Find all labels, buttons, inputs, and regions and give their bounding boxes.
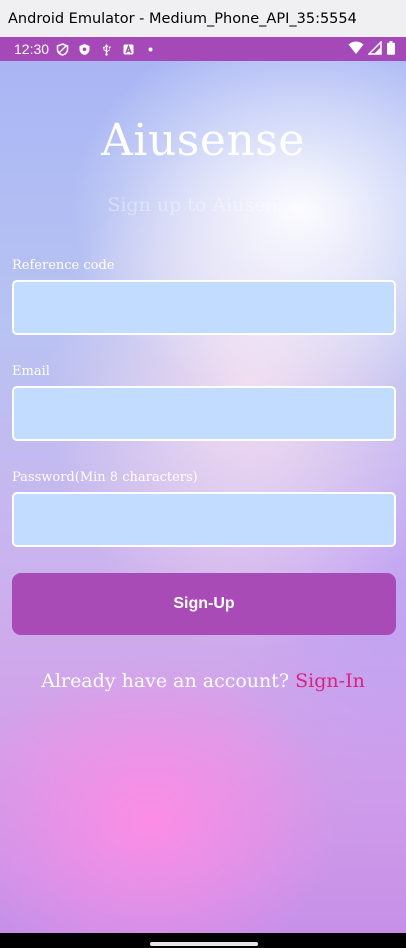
window-titlebar: Android Emulator - Medium_Phone_API_35:5…: [0, 0, 406, 37]
battery-icon: [386, 40, 396, 58]
signal-icon: [367, 39, 382, 58]
app-subtitle: Sign up to Aiusense: [107, 194, 299, 216]
usb-icon: [99, 42, 113, 56]
sign-up-button[interactable]: Sign-Up: [12, 573, 396, 635]
shield-outline-icon: [55, 42, 69, 56]
sign-in-prompt: Already have an account? Sign-In: [0, 670, 406, 692]
app-screen: Aiusense Sign up to Aiusense Reference c…: [0, 61, 406, 933]
status-bar: 12:30: [0, 37, 406, 61]
home-indicator[interactable]: [150, 942, 258, 946]
status-time: 12:30: [14, 41, 50, 57]
sign-in-link[interactable]: Sign-In: [295, 670, 365, 692]
shield-filled-icon: [77, 42, 91, 56]
a-box-icon: [121, 42, 135, 56]
dot-icon: [143, 42, 157, 56]
email-input[interactable]: [12, 386, 396, 441]
reference-code-label: Reference code: [12, 258, 115, 273]
sign-in-prompt-text: Already have an account?: [41, 670, 290, 692]
password-input[interactable]: [12, 492, 396, 547]
wifi-icon: [348, 41, 364, 58]
window-title: Android Emulator - Medium_Phone_API_35:5…: [8, 10, 357, 27]
password-label: Password(Min 8 characters): [12, 470, 198, 485]
email-label: Email: [12, 364, 50, 379]
app-title: Aiusense: [101, 115, 305, 166]
reference-code-input[interactable]: [12, 280, 396, 335]
